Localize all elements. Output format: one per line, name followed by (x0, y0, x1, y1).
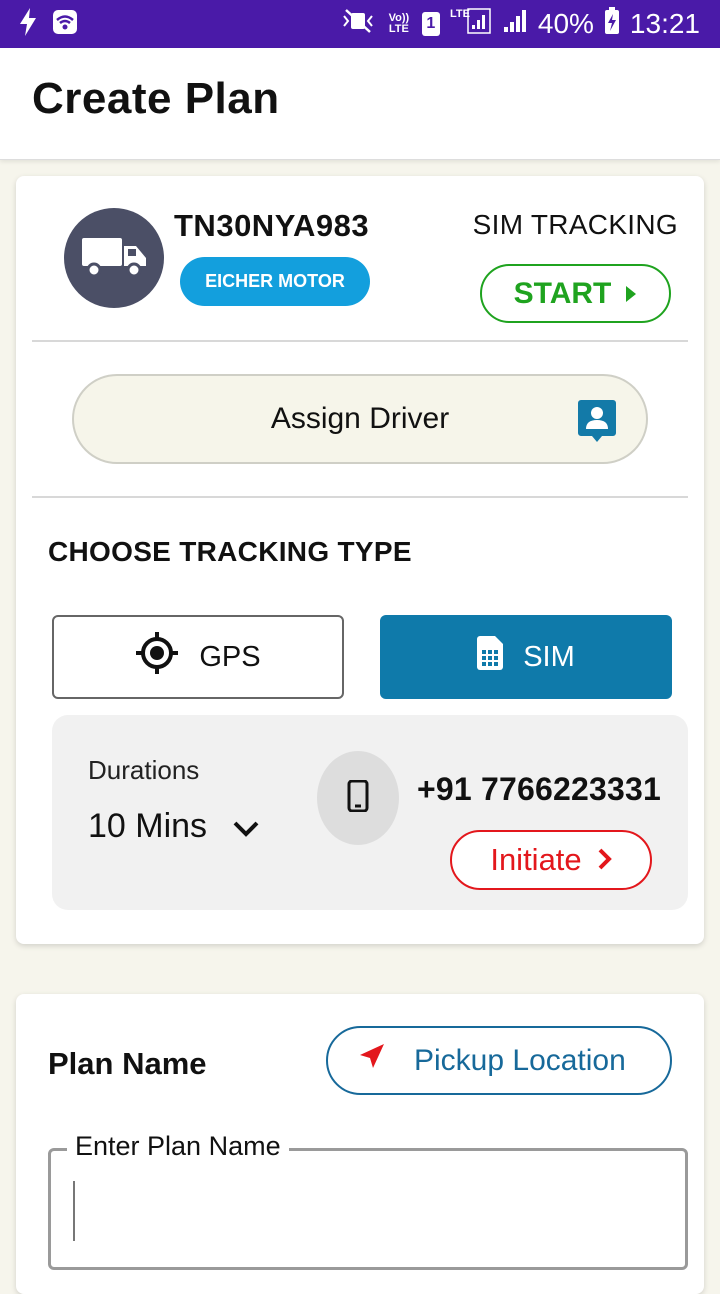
plan-card: Plan Name Pickup Location Enter Plan Nam… (16, 994, 704, 1294)
start-tracking-button[interactable]: START (480, 264, 671, 323)
gps-target-icon (135, 631, 179, 683)
signal-icon (502, 8, 528, 41)
chevron-right-icon (598, 842, 612, 878)
gps-tracking-button[interactable]: GPS (52, 615, 344, 699)
gps-label: GPS (199, 640, 261, 673)
duration-value: 10 Mins (88, 807, 208, 845)
battery-icon (604, 6, 620, 42)
assign-driver-button[interactable]: Assign Driver (72, 374, 648, 464)
phone-avatar (317, 751, 399, 845)
chevron-down-icon (233, 807, 259, 846)
vehicle-number: TN30NYA983 (174, 208, 370, 243)
volte-indicator: Vo)) LTE (388, 12, 410, 35)
tracking-type-heading: CHOOSE TRACKING TYPE (48, 536, 412, 567)
text-cursor (73, 1181, 75, 1241)
vibrate-mute-icon (340, 8, 376, 41)
plan-name-field-label: Enter Plan Name (67, 1131, 289, 1162)
sim-tracking-label: SIM TRACKING (472, 209, 678, 240)
vehicle-avatar (64, 208, 164, 308)
start-button-label: START (513, 276, 612, 310)
svg-text:LTE: LTE (450, 8, 470, 20)
pickup-location-button[interactable]: Pickup Location (326, 1026, 672, 1095)
battery-percent: 40% (537, 8, 594, 39)
vehicle-tracking-card: TN30NYA983 EICHER MOTOR SIM TRACKING STA… (16, 176, 704, 944)
status-bar: Vo)) LTE 1 LTE 40% 13:21 (0, 0, 720, 48)
sim-slot-badge: 1 (421, 12, 440, 36)
divider (32, 340, 688, 342)
assign-driver-label: Assign Driver (270, 402, 450, 435)
initiate-label: Initiate (490, 842, 582, 877)
smartphone-icon (347, 779, 369, 817)
plan-name-field[interactable]: Enter Plan Name (48, 1131, 688, 1270)
driver-phone-number: +91 7766223331 (417, 771, 661, 807)
play-arrow-icon (625, 277, 637, 311)
signal-lte-icon: LTE (450, 7, 492, 42)
clock: 13:21 (629, 8, 700, 39)
wifi-icon (52, 9, 78, 40)
divider (32, 496, 688, 498)
flash-icon (18, 7, 38, 41)
vehicle-brand-badge: EICHER MOTOR (180, 257, 370, 306)
durations-label: Durations (88, 755, 200, 785)
contact-card-icon (578, 400, 616, 450)
pickup-location-label: Pickup Location (414, 1043, 626, 1077)
navigation-arrow-icon (356, 1042, 386, 1080)
initiate-button[interactable]: Initiate (450, 830, 652, 890)
sim-label: SIM (523, 640, 575, 673)
truck-icon (80, 234, 148, 283)
app-bar: Create Plan (0, 48, 720, 160)
duration-dropdown[interactable]: 10 Mins (88, 807, 259, 846)
plan-name-heading: Plan Name (48, 1046, 207, 1081)
sim-tracking-button[interactable]: SIM (380, 615, 672, 699)
page-title: Create Plan (32, 74, 280, 123)
sim-card-icon (477, 636, 504, 678)
sim-tracking-panel: Durations 10 Mins +91 7766223331 Initiat… (52, 715, 688, 910)
